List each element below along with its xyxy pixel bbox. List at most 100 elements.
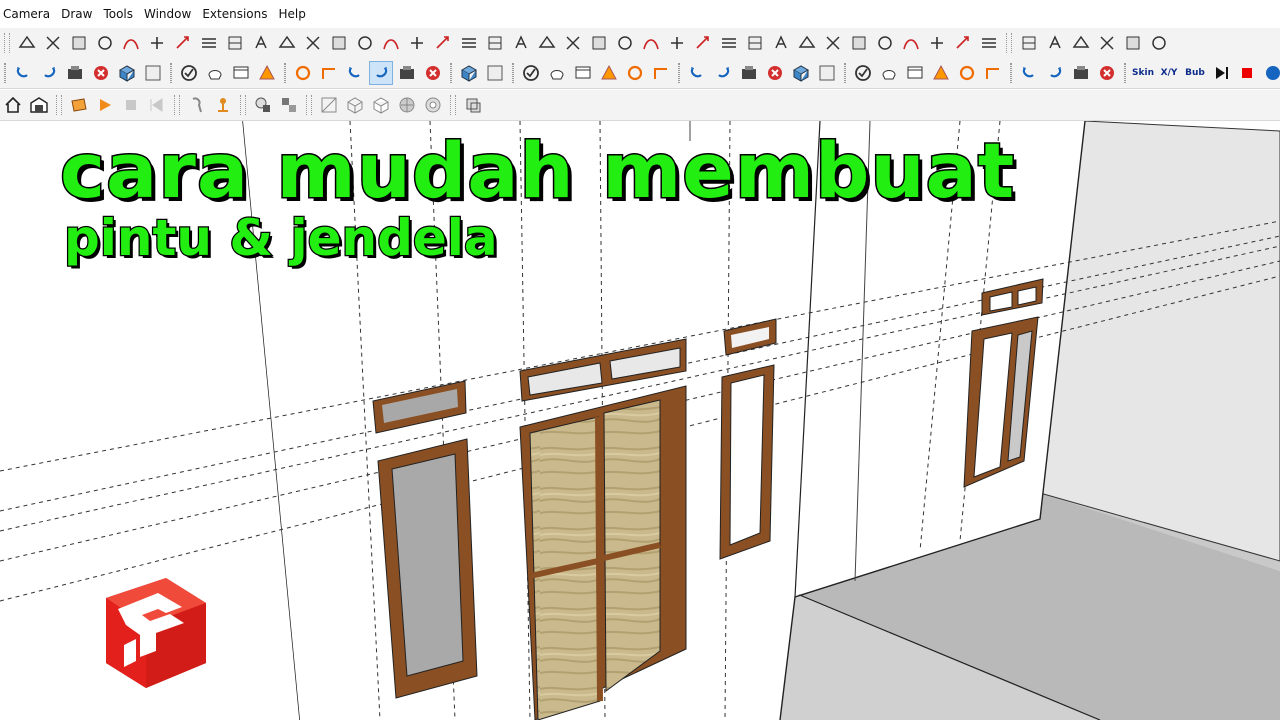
- stop-record-icon[interactable]: [1235, 61, 1259, 85]
- left-tall-window[interactable]: [377, 438, 478, 699]
- toolbar1-tool-icon[interactable]: [821, 31, 845, 55]
- toolbar1-tool-icon[interactable]: [1121, 31, 1145, 55]
- toolbar2-tool-icon[interactable]: [89, 61, 113, 85]
- toolbar-grip[interactable]: [56, 95, 62, 115]
- toolbar2-tool-icon[interactable]: [203, 61, 227, 85]
- stop-icon[interactable]: [119, 93, 143, 117]
- toolbar2-tool-icon[interactable]: [63, 61, 87, 85]
- toolbar1-tool-icon[interactable]: [639, 31, 663, 55]
- toolbar2-tool-icon[interactable]: [177, 61, 201, 85]
- menu-extensions[interactable]: Extensions: [199, 7, 275, 21]
- toolbar-grip[interactable]: [678, 63, 680, 83]
- toolbar2-tool-icon[interactable]: [483, 61, 507, 85]
- menu-window[interactable]: Window: [141, 7, 199, 21]
- toolbar2-tool-icon[interactable]: [763, 61, 787, 85]
- toolbar1-tool-icon[interactable]: [561, 31, 585, 55]
- toolbar2-tool-icon[interactable]: [519, 61, 543, 85]
- toolbar1-tool-icon[interactable]: [795, 31, 819, 55]
- toolbar1-tool-icon[interactable]: [1017, 31, 1041, 55]
- toolbar1-tool-icon[interactable]: [977, 31, 1001, 55]
- toolbar1-tool-icon[interactable]: [899, 31, 923, 55]
- toolbar2-tool-icon[interactable]: [571, 61, 595, 85]
- toolbar-grip[interactable]: [170, 63, 172, 83]
- toolbar1-tool-icon[interactable]: [925, 31, 949, 55]
- toolbar2-tool-icon[interactable]: [421, 61, 445, 85]
- toolbar1-tool-icon[interactable]: [379, 31, 403, 55]
- component-icon[interactable]: [461, 93, 485, 117]
- bub-tool[interactable]: Bub: [1183, 61, 1207, 85]
- toolbar1-tool-icon[interactable]: [1095, 31, 1119, 55]
- shaded-icon[interactable]: [395, 93, 419, 117]
- toolbar1-tool-icon[interactable]: [301, 31, 325, 55]
- toolbar1-tool-icon[interactable]: [951, 31, 975, 55]
- toolbar1-tool-icon[interactable]: [119, 31, 143, 55]
- textured-icon[interactable]: [421, 93, 445, 117]
- toolbar1-tool-icon[interactable]: [275, 31, 299, 55]
- xray-icon[interactable]: [317, 93, 341, 117]
- home-icon[interactable]: [1, 93, 25, 117]
- toolbar1-tool-icon[interactable]: [93, 31, 117, 55]
- toolbar2-tool-icon[interactable]: [851, 61, 875, 85]
- toolbar1-tool-icon[interactable]: [41, 31, 65, 55]
- globe-icon[interactable]: [1261, 61, 1280, 85]
- toolbar2-tool-icon[interactable]: [929, 61, 953, 85]
- shadows-icon[interactable]: [251, 93, 275, 117]
- play-icon[interactable]: [93, 93, 117, 117]
- toolbar-grip[interactable]: [284, 63, 286, 83]
- toolbar1-tool-icon[interactable]: [665, 31, 689, 55]
- toolbar1-tool-icon[interactable]: [743, 31, 767, 55]
- toolbar-grip[interactable]: [1124, 63, 1126, 83]
- toolbar2-tool-icon[interactable]: [789, 61, 813, 85]
- toolbar2-tool-icon[interactable]: [37, 61, 61, 85]
- toolbar1-tool-icon[interactable]: [691, 31, 715, 55]
- toolbar1-tool-icon[interactable]: [873, 31, 897, 55]
- toolbar2-tool-icon[interactable]: [369, 61, 393, 85]
- toolbar1-tool-icon[interactable]: [535, 31, 559, 55]
- wireframe-icon[interactable]: [343, 93, 367, 117]
- toolbar1-tool-icon[interactable]: [483, 31, 507, 55]
- toolbar-grip[interactable]: [450, 95, 456, 115]
- toolbar1-tool-icon[interactable]: [613, 31, 637, 55]
- toolbar1-tool-icon[interactable]: [249, 31, 273, 55]
- toolbar-grip[interactable]: [240, 95, 246, 115]
- toolbar2-tool-icon[interactable]: [457, 61, 481, 85]
- toolbar2-tool-icon[interactable]: [343, 61, 367, 85]
- rewind-icon[interactable]: [145, 93, 169, 117]
- toolbar2-tool-icon[interactable]: [981, 61, 1005, 85]
- toolbar2-tool-icon[interactable]: [649, 61, 673, 85]
- toolbar-grip[interactable]: [4, 33, 10, 53]
- toolbar2-tool-icon[interactable]: [291, 61, 315, 85]
- toolbar-grip[interactable]: [4, 63, 6, 83]
- toolbar1-tool-icon[interactable]: [457, 31, 481, 55]
- toolbar2-tool-icon[interactable]: [115, 61, 139, 85]
- toolbar1-tool-icon[interactable]: [67, 31, 91, 55]
- modeling-viewport[interactable]: cara mudah membuat pintu & jendela: [0, 121, 1280, 720]
- toolbar2-tool-icon[interactable]: [1043, 61, 1067, 85]
- toolbar1-tool-icon[interactable]: [769, 31, 793, 55]
- toolbar1-tool-icon[interactable]: [405, 31, 429, 55]
- toolbar1-tool-icon[interactable]: [327, 31, 351, 55]
- toolbar1-tool-icon[interactable]: [1147, 31, 1171, 55]
- toolbar2-tool-icon[interactable]: [903, 61, 927, 85]
- toolbar2-tool-icon[interactable]: [395, 61, 419, 85]
- walk-icon[interactable]: [185, 93, 209, 117]
- toolbar1-tool-icon[interactable]: [145, 31, 169, 55]
- toolbar1-tool-icon[interactable]: [1069, 31, 1093, 55]
- section-plane-icon[interactable]: [67, 93, 91, 117]
- toolbar2-tool-icon[interactable]: [545, 61, 569, 85]
- position-camera-icon[interactable]: [211, 93, 235, 117]
- toolbar-grip[interactable]: [174, 95, 180, 115]
- toolbar1-tool-icon[interactable]: [1043, 31, 1067, 55]
- toolbar2-tool-icon[interactable]: [955, 61, 979, 85]
- toolbar1-tool-icon[interactable]: [431, 31, 455, 55]
- toolbar2-tool-icon[interactable]: [229, 61, 253, 85]
- toolbar2-tool-icon[interactable]: [711, 61, 735, 85]
- toolbar2-tool-icon[interactable]: [141, 61, 165, 85]
- toolbar1-tool-icon[interactable]: [353, 31, 377, 55]
- toolbar1-tool-icon[interactable]: [717, 31, 741, 55]
- hidden-line-icon[interactable]: [369, 93, 393, 117]
- toolbar2-tool-icon[interactable]: [877, 61, 901, 85]
- fog-icon[interactable]: [277, 93, 301, 117]
- toolbar2-tool-icon[interactable]: [1017, 61, 1041, 85]
- toolbar2-tool-icon[interactable]: [737, 61, 761, 85]
